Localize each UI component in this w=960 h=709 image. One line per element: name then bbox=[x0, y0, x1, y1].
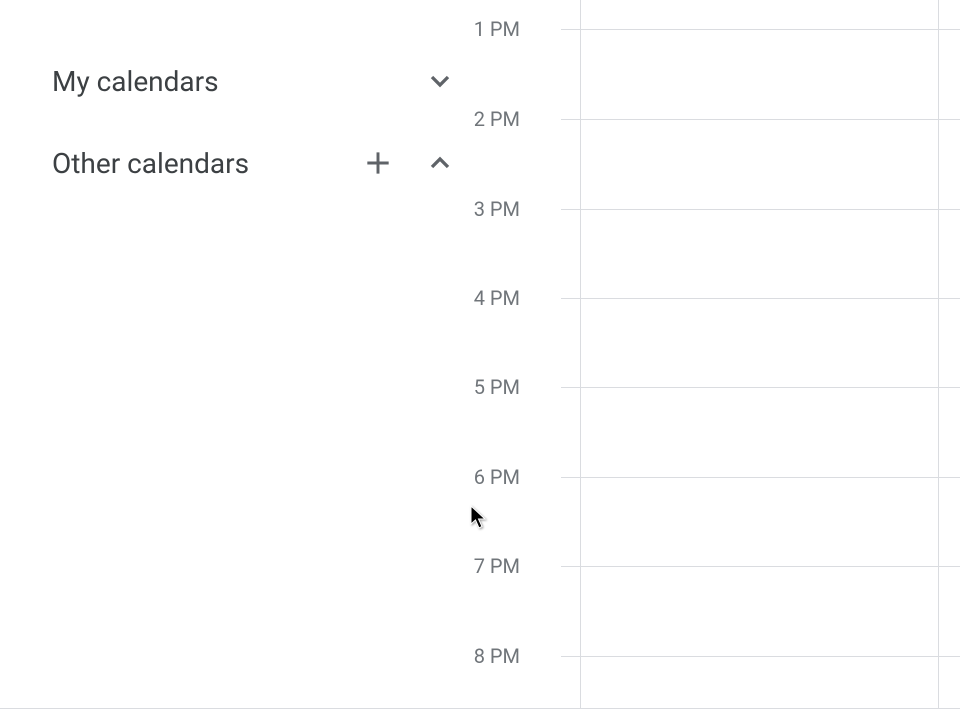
grid-horizontal-line bbox=[561, 477, 580, 478]
time-label: 6 PM bbox=[474, 465, 520, 489]
sidebar: My calendars Other calendars bbox=[0, 0, 470, 709]
grid-horizontal-line bbox=[561, 387, 580, 388]
time-label: 2 PM bbox=[474, 107, 520, 131]
time-label: 3 PM bbox=[474, 197, 520, 221]
time-label: 4 PM bbox=[474, 286, 520, 310]
grid-vertical-line bbox=[580, 0, 581, 709]
time-label: 8 PM bbox=[474, 644, 520, 668]
grid-horizontal-line bbox=[580, 298, 960, 299]
grid-horizontal-line bbox=[561, 566, 580, 567]
grid-horizontal-line bbox=[561, 29, 580, 30]
grid-horizontal-line bbox=[580, 566, 960, 567]
grid-horizontal-line bbox=[580, 387, 960, 388]
grid-horizontal-line bbox=[561, 119, 580, 120]
my-calendars-section: My calendars bbox=[52, 40, 470, 122]
grid-horizontal-line bbox=[580, 29, 960, 30]
grid-horizontal-line bbox=[580, 119, 960, 120]
grid-horizontal-line bbox=[580, 209, 960, 210]
grid-horizontal-line bbox=[561, 298, 580, 299]
grid-horizontal-line bbox=[580, 656, 960, 657]
plus-icon[interactable] bbox=[354, 139, 402, 187]
grid-horizontal-line bbox=[561, 656, 580, 657]
grid-vertical-line bbox=[938, 0, 939, 709]
chevron-up-icon[interactable] bbox=[416, 139, 464, 187]
time-label: 1 PM bbox=[474, 17, 520, 41]
timeline[interactable]: 1 PM 2 PM 3 PM 4 PM 5 PM 6 PM 7 PM 8 PM bbox=[470, 0, 960, 709]
my-calendars-toggle[interactable]: My calendars bbox=[52, 57, 470, 105]
grid-horizontal-line bbox=[580, 477, 960, 478]
grid-horizontal-line bbox=[561, 209, 580, 210]
my-calendars-label: My calendars bbox=[52, 65, 416, 98]
time-label: 7 PM bbox=[474, 554, 520, 578]
time-label: 5 PM bbox=[474, 375, 520, 399]
other-calendars-section: Other calendars bbox=[52, 122, 470, 204]
chevron-down-icon[interactable] bbox=[416, 57, 464, 105]
other-calendars-label: Other calendars bbox=[52, 147, 354, 180]
other-calendars-header: Other calendars bbox=[52, 139, 470, 187]
